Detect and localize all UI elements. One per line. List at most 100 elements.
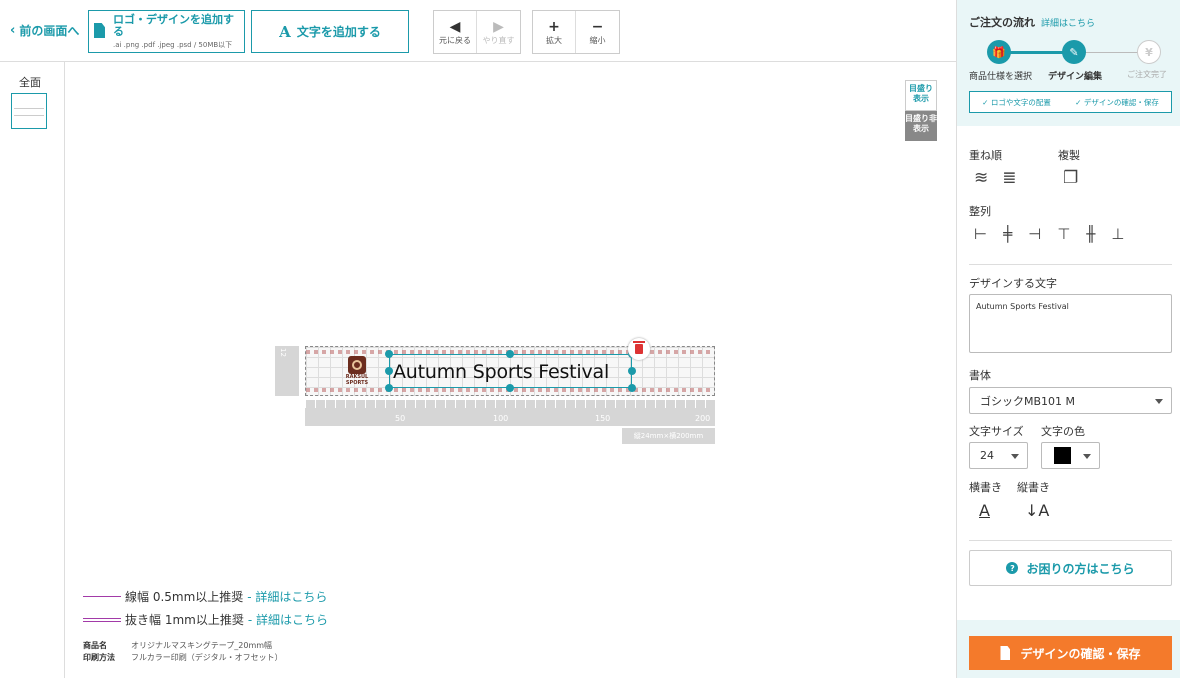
ruler-tick-label: 150 [595,414,611,423]
line-width-text: 線幅 0.5mm以上推奨 [125,590,244,604]
document-icon [94,23,105,38]
align-bottom-icon[interactable]: ⊥ [1111,225,1124,243]
font-select-value: ゴシックMB101 M [980,394,1076,408]
bring-forward-icon[interactable]: ≋ [974,168,988,188]
grid-on-button[interactable]: 目盛り表示 [905,80,937,111]
align-top-icon[interactable]: ⊤ [1057,225,1070,243]
add-logo-formats: .ai .png .pdf .jpeg .psd / 50MB以下 [113,41,233,49]
vertical-writing-label: 縦書き [1017,481,1050,494]
grid-toggle: 目盛り表示 目盛り非表示 [905,80,937,141]
help-button[interactable]: ? お困りの方はこちら [969,550,1172,586]
font-label: 書体 [969,369,991,382]
resize-handle[interactable] [628,367,636,375]
size-tag: 縦24mm×横200mm [622,428,715,444]
zoom-in-label: 拡大 [546,35,562,45]
order-flow-details-link[interactable]: 詳細はこちら [1041,19,1095,29]
resize-handle[interactable] [385,367,393,375]
font-size-label: 文字サイズ [969,425,1024,438]
page-thumbnail[interactable] [11,93,47,129]
progress-steps: 🎁 ✎ ¥ [987,40,1161,64]
align-center-h-icon[interactable]: ╪ [1003,225,1012,243]
duplicate-buttons: ❐ [1063,168,1078,188]
redo-arrow-icon: ▶ [493,18,504,35]
ruler-tick-label: 200 [695,414,711,423]
text-color-select[interactable] [1041,442,1100,469]
add-text-button[interactable]: A 文字を追加する [251,10,409,53]
chevron-left-icon: ‹ [10,23,16,38]
design-text-input[interactable]: Autumn Sports Festival [969,294,1172,353]
knockout-details-link[interactable]: - 詳細はこちら [248,611,328,628]
resize-handle[interactable] [385,350,393,358]
undo-button[interactable]: ◀ 元に戻る [434,11,477,53]
zoom-out-button[interactable]: − 縮小 [576,11,619,53]
duplicate-label: 複製 [1058,149,1080,162]
line-width-swatch-icon [83,596,121,602]
layer-buttons: ≋ ≣ [974,168,1017,188]
ruler-tick-label: 50 [395,414,406,423]
back-button[interactable]: ‹ 前の画面へ [10,22,79,39]
plus-icon: + [548,18,560,35]
undo-arrow-icon: ◀ [449,18,461,35]
align-right-icon[interactable]: ⊣ [1028,225,1041,243]
page-thumbnails: 全面 [0,62,65,678]
align-buttons: ⊢ ╪ ⊣ ⊤ ╫ ⊥ [974,225,1124,243]
logo-element[interactable]: RAKSUL SPORTS [344,356,370,386]
logo-text: RAKSUL SPORTS [345,374,369,386]
resize-handle[interactable] [385,384,393,392]
redo-label: やり直す [482,35,515,45]
duplicate-icon[interactable]: ❐ [1063,168,1078,188]
horizontal-ruler: 50 100 150 200 [305,400,715,426]
resize-handle[interactable] [506,350,514,358]
align-left-icon[interactable]: ⊢ [974,225,987,243]
align-label: 整列 [969,205,991,218]
align-middle-v-icon[interactable]: ╫ [1086,225,1095,243]
order-flow-title: ご注文の流れ 詳細はこちら [969,14,1168,30]
minus-icon: − [591,18,604,35]
print-method-value: フルカラー印刷（デジタル・オフセット） [131,653,283,662]
redo-button[interactable]: ▶ やり直す [477,11,520,53]
font-size-select[interactable]: 24 [969,442,1028,469]
knockout-width-swatch-icon [83,617,121,622]
top-toolbar: ‹ 前の画面へ ロゴ・デザインを追加する .ai .png .pdf .jpeg… [0,0,956,62]
product-name-value: オリジナルマスキングテープ_20mm幅 [131,641,273,650]
history-group: ◀ 元に戻る ▶ やり直す [433,10,521,54]
ruler-tick-label: 100 [493,414,509,423]
selected-text-element[interactable]: Autumn Sports Festival [389,354,632,388]
color-swatch [1054,447,1071,464]
zoom-in-button[interactable]: + 拡大 [533,11,576,53]
step-design-edit: デザイン編集 [1048,72,1103,82]
add-text-label: 文字を追加する [296,25,381,39]
question-icon: ? [1006,562,1019,574]
line-width-details-link[interactable]: - 詳細はこちら [247,588,327,605]
print-method-label: 印刷方法 [83,653,115,662]
gift-icon: 🎁 [987,40,1011,64]
back-label: 前の画面へ [19,24,80,38]
help-label: お困りの方はこちら [1026,561,1135,576]
horizontal-writing-icon[interactable]: A [979,501,990,520]
send-backward-icon[interactable]: ≣ [1002,168,1016,188]
pencil-icon: ✎ [1062,40,1086,64]
chevron-down-icon [1083,453,1091,459]
step-select-spec: 商品仕様を選択 [969,72,1033,82]
substep-confirm: ✓ デザインの確認・保存 [1075,97,1159,107]
confirm-save-label: デザインの確認・保存 [1020,646,1141,661]
add-logo-label: ロゴ・デザインを追加する [113,13,234,38]
delete-element-button[interactable] [628,338,650,360]
properties-panel: ご注文の流れ 詳細はこちら 🎁 ✎ ¥ 商品仕様を選択 デザイン編集 ご注文完了 … [956,0,1180,678]
tape-preview[interactable]: RAKSUL SPORTS Autumn Sports Festival [305,346,715,396]
add-logo-button[interactable]: ロゴ・デザインを追加する .ai .png .pdf .jpeg .psd / … [88,10,245,53]
design-canvas[interactable]: 目盛り表示 目盛り非表示 12 RAKSUL SPORTS Autumn Spo… [65,62,956,678]
chevron-down-icon [1155,398,1163,404]
substeps: ✓ ロゴや文字の配置 ✓ デザインの確認・保存 [969,91,1172,113]
vertical-writing-icon[interactable]: ↓A [1025,501,1049,520]
document-search-icon [1000,646,1011,660]
resize-handle[interactable] [506,384,514,392]
product-name-label: 商品名 [83,641,107,650]
font-select[interactable]: ゴシックMB101 M [969,387,1172,414]
substep-placement: ✓ ロゴや文字の配置 [982,97,1051,107]
grid-off-button[interactable]: 目盛り非表示 [905,111,937,141]
resize-handle[interactable] [628,384,636,392]
ruler-ticks [305,400,715,408]
step-order-complete: ご注文完了 [1127,70,1167,79]
confirm-save-button[interactable]: デザインの確認・保存 [969,636,1172,670]
